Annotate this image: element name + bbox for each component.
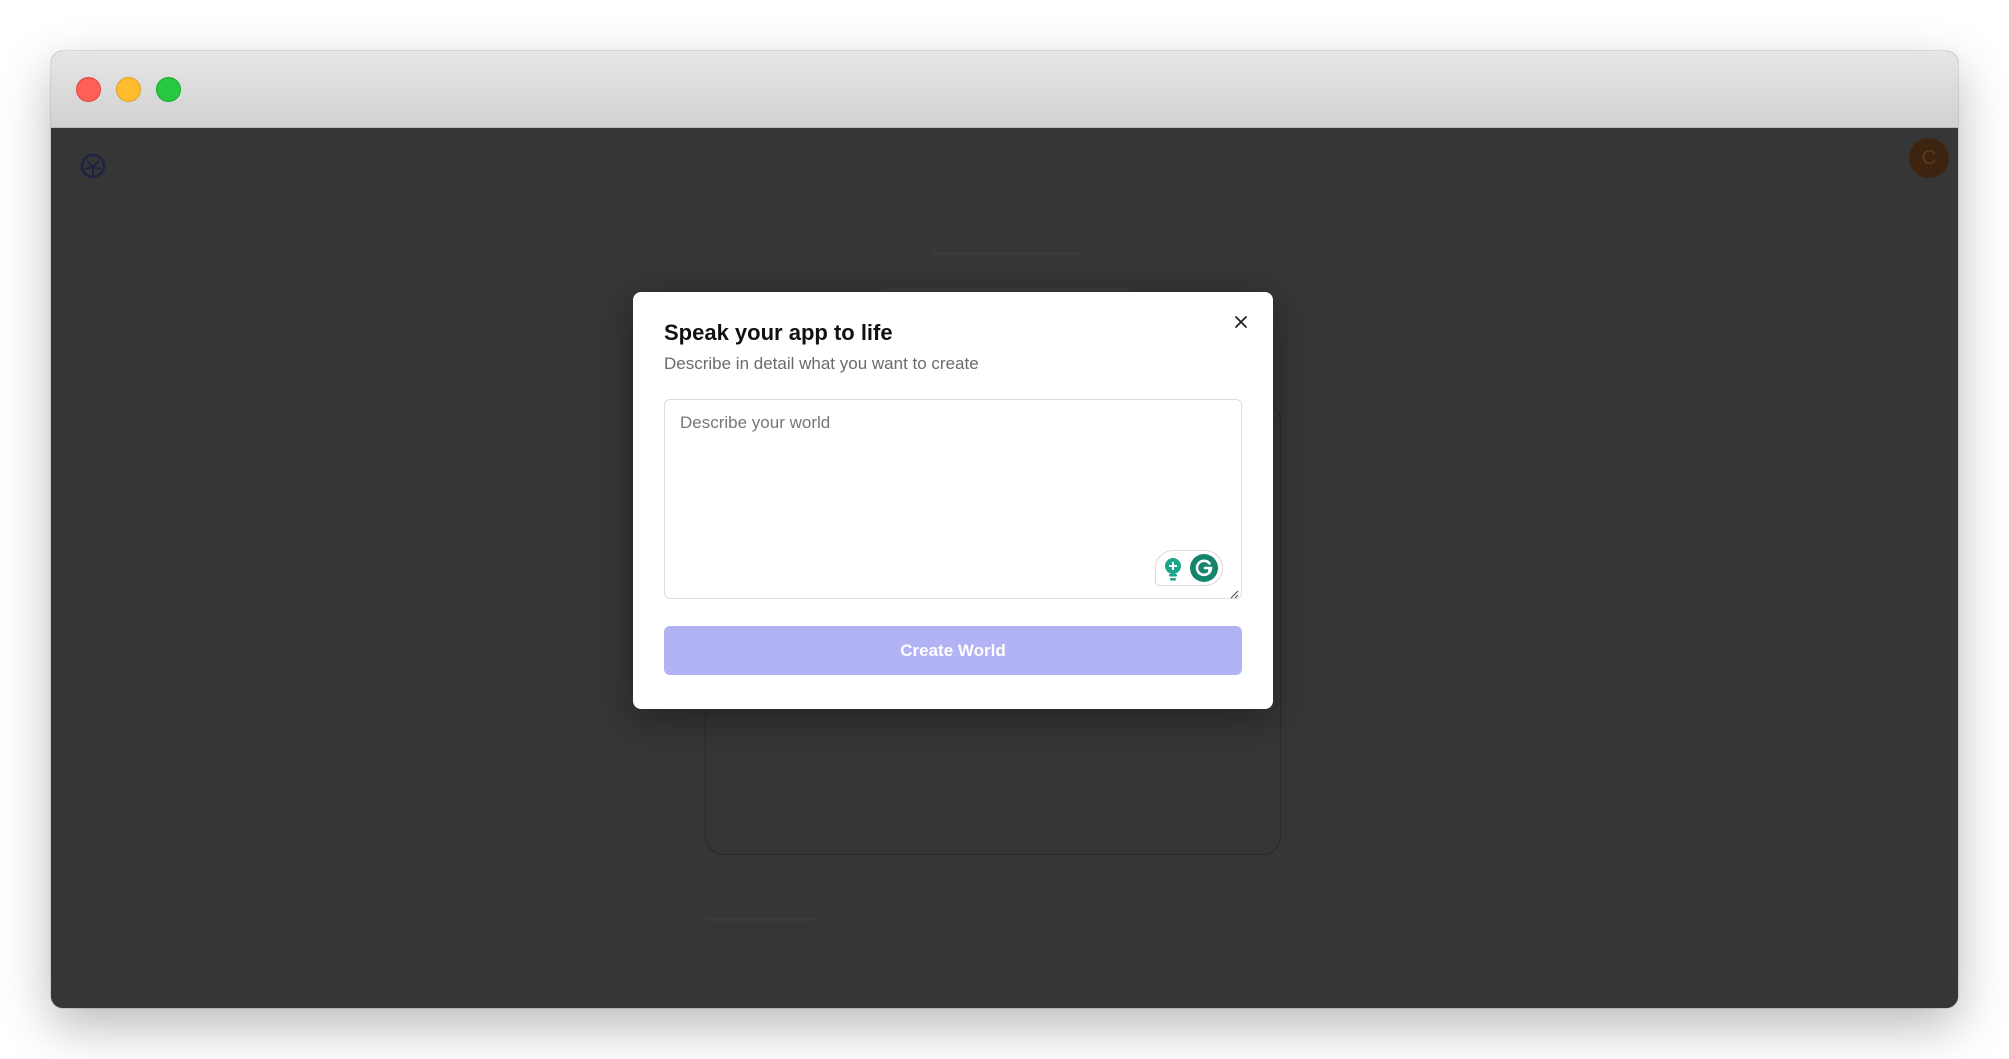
window-maximize-button[interactable] [156, 77, 181, 102]
world-description-field [664, 399, 1242, 599]
background-heading [931, 252, 1081, 255]
user-avatar[interactable]: C [1909, 138, 1949, 178]
app-logo-icon[interactable] [79, 152, 107, 180]
background-text [881, 288, 1131, 291]
dialog-subtitle: Describe in detail what you want to crea… [664, 354, 979, 373]
title-bar [51, 51, 1958, 128]
writing-assistant-widget[interactable] [1155, 550, 1223, 586]
lightbulb-icon[interactable] [1162, 556, 1184, 582]
dialog-title: Speak your app to life [664, 320, 893, 345]
close-icon[interactable] [1231, 312, 1251, 332]
resize-handle-icon[interactable] [1229, 586, 1239, 599]
create-world-dialog: Speak your app to life Describe in detai… [633, 292, 1273, 709]
background-footer-text [706, 918, 816, 921]
create-world-button[interactable]: Create World [664, 626, 1242, 675]
window-close-button[interactable] [76, 77, 101, 102]
grammar-checker-icon[interactable] [1189, 553, 1219, 583]
window-minimize-button[interactable] [116, 77, 141, 102]
